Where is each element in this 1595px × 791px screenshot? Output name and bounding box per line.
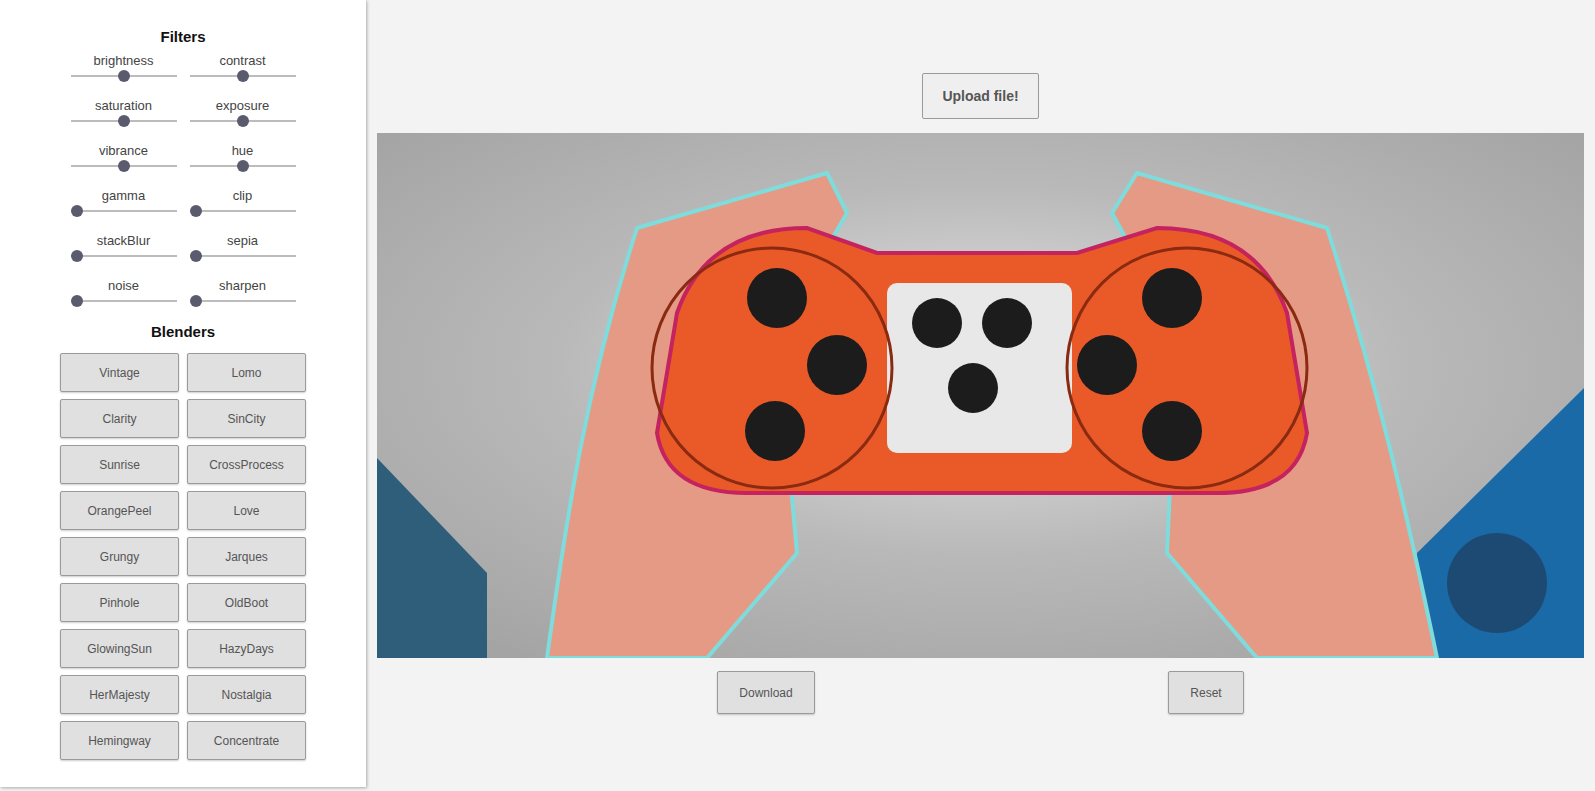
sidebar: Filters brightness contrast saturation expos… bbox=[0, 0, 366, 787]
blender-button[interactable]: OldBoot bbox=[187, 583, 306, 622]
slider-track[interactable] bbox=[71, 75, 177, 77]
blender-button[interactable]: Clarity bbox=[60, 399, 179, 438]
filter-slider[interactable]: vibrance bbox=[71, 143, 177, 188]
filter-label: vibrance bbox=[99, 143, 148, 158]
slider-track[interactable] bbox=[190, 165, 296, 167]
blender-button[interactable]: OrangePeel bbox=[60, 491, 179, 530]
blender-button[interactable]: SinCity bbox=[187, 399, 306, 438]
blender-button[interactable]: HerMajesty bbox=[60, 675, 179, 714]
slider-knob[interactable] bbox=[71, 205, 83, 217]
slider-knob[interactable] bbox=[118, 70, 130, 82]
filter-label: gamma bbox=[102, 188, 145, 203]
filter-label: contrast bbox=[219, 53, 265, 68]
slider-knob[interactable] bbox=[71, 295, 83, 307]
slider-knob[interactable] bbox=[190, 295, 202, 307]
blender-button[interactable]: CrossProcess bbox=[187, 445, 306, 484]
filter-slider[interactable]: gamma bbox=[71, 188, 177, 233]
filter-label: clip bbox=[233, 188, 253, 203]
slider-track[interactable] bbox=[190, 255, 296, 257]
blender-button[interactable]: Grungy bbox=[60, 537, 179, 576]
controller-image-icon bbox=[377, 133, 1584, 658]
download-button[interactable]: Download bbox=[717, 671, 815, 714]
slider-knob[interactable] bbox=[190, 250, 202, 262]
filter-label: stackBlur bbox=[97, 233, 150, 248]
slider-knob[interactable] bbox=[71, 250, 83, 262]
filter-label: sharpen bbox=[219, 278, 266, 293]
filters-grid: brightness contrast saturation exposure vibr… bbox=[71, 53, 296, 323]
slider-track[interactable] bbox=[71, 210, 177, 212]
blender-button[interactable]: Concentrate bbox=[187, 721, 306, 760]
filter-slider[interactable]: exposure bbox=[190, 98, 296, 143]
reset-button[interactable]: Reset bbox=[1168, 671, 1244, 714]
blender-button[interactable]: Vintage bbox=[60, 353, 179, 392]
slider-knob[interactable] bbox=[190, 205, 202, 217]
main-area: Upload file! Download Reset bbox=[366, 0, 1595, 791]
blender-button[interactable]: Pinhole bbox=[60, 583, 179, 622]
filter-slider[interactable]: clip bbox=[190, 188, 296, 233]
slider-track[interactable] bbox=[190, 210, 296, 212]
blender-button[interactable]: GlowingSun bbox=[60, 629, 179, 668]
filters-title: Filters bbox=[160, 28, 205, 45]
filter-slider[interactable]: saturation bbox=[71, 98, 177, 143]
slider-knob[interactable] bbox=[237, 160, 249, 172]
filter-slider[interactable]: stackBlur bbox=[71, 233, 177, 278]
slider-track[interactable] bbox=[71, 300, 177, 302]
slider-track[interactable] bbox=[71, 165, 177, 167]
filter-label: sepia bbox=[227, 233, 258, 248]
filter-label: hue bbox=[232, 143, 254, 158]
filter-label: noise bbox=[108, 278, 139, 293]
upload-button[interactable]: Upload file! bbox=[922, 73, 1039, 119]
slider-track[interactable] bbox=[190, 300, 296, 302]
action-row: Download Reset bbox=[717, 671, 1244, 714]
filter-slider[interactable]: sharpen bbox=[190, 278, 296, 323]
image-canvas bbox=[377, 133, 1584, 658]
blender-button[interactable]: HazyDays bbox=[187, 629, 306, 668]
blenders-title: Blenders bbox=[151, 323, 215, 340]
slider-track[interactable] bbox=[71, 255, 177, 257]
slider-knob[interactable] bbox=[237, 70, 249, 82]
blender-button[interactable]: Lomo bbox=[187, 353, 306, 392]
slider-track[interactable] bbox=[190, 120, 296, 122]
slider-knob[interactable] bbox=[118, 160, 130, 172]
editor-page: Filters brightness contrast saturation expos… bbox=[0, 0, 1595, 791]
slider-track[interactable] bbox=[190, 75, 296, 77]
filter-slider[interactable]: noise bbox=[71, 278, 177, 323]
blenders-grid: VintageLomoClaritySinCitySunriseCrossPro… bbox=[60, 353, 306, 760]
filter-slider[interactable]: contrast bbox=[190, 53, 296, 98]
filter-slider[interactable]: hue bbox=[190, 143, 296, 188]
filter-label: brightness bbox=[94, 53, 154, 68]
slider-knob[interactable] bbox=[237, 115, 249, 127]
blender-button[interactable]: Jarques bbox=[187, 537, 306, 576]
slider-track[interactable] bbox=[71, 120, 177, 122]
filter-slider[interactable]: brightness bbox=[71, 53, 177, 98]
blender-button[interactable]: Nostalgia bbox=[187, 675, 306, 714]
slider-knob[interactable] bbox=[118, 115, 130, 127]
filter-slider[interactable]: sepia bbox=[190, 233, 296, 278]
blender-button[interactable]: Love bbox=[187, 491, 306, 530]
blender-button[interactable]: Hemingway bbox=[60, 721, 179, 760]
blender-button[interactable]: Sunrise bbox=[60, 445, 179, 484]
filter-label: saturation bbox=[95, 98, 152, 113]
filter-label: exposure bbox=[216, 98, 269, 113]
